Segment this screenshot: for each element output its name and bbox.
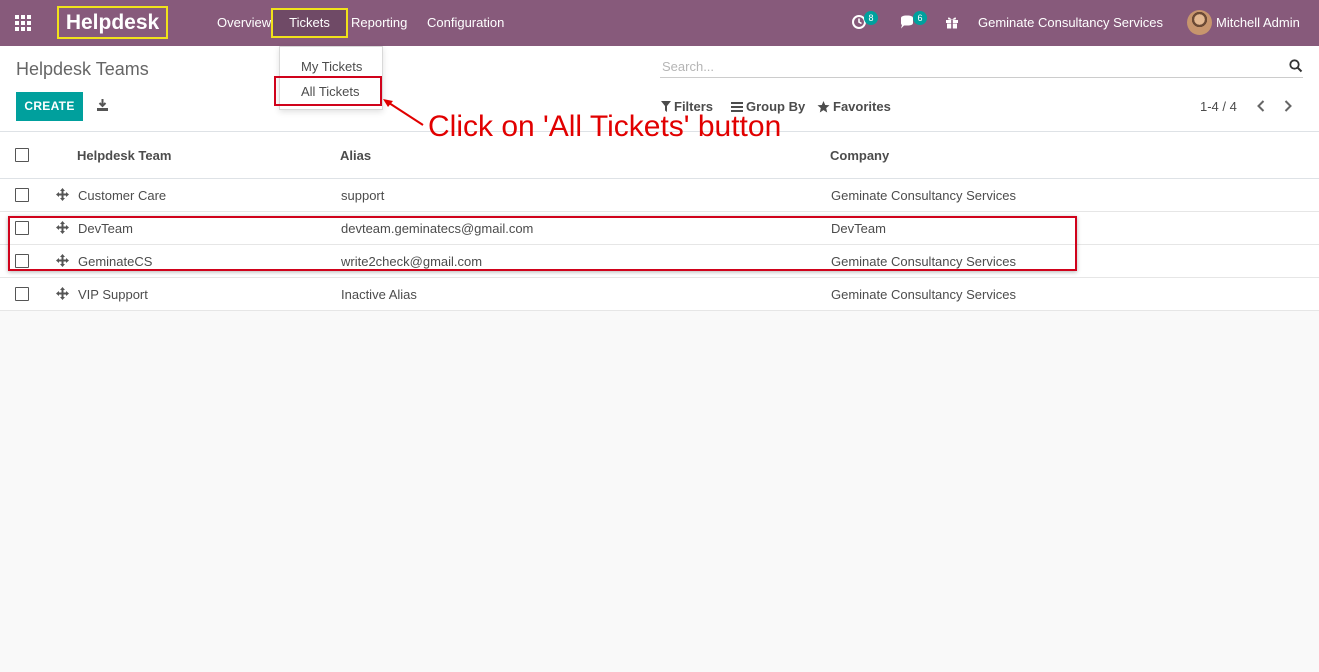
chevron-right-icon[interactable] [1282,98,1294,114]
menu-item-my-tickets[interactable]: My Tickets [301,59,362,74]
table-row[interactable]: VIP Support Inactive Alias Geminate Cons… [0,278,1319,311]
search-box [660,56,1303,78]
row-checkbox[interactable] [15,287,29,301]
download-icon[interactable] [96,98,109,112]
apps-grid-icon[interactable] [15,15,33,31]
annotation-arrow-icon [383,99,424,126]
drag-handle-icon[interactable] [56,188,69,201]
menu-overview[interactable]: Overview [217,0,271,46]
search-icon[interactable] [1289,59,1303,73]
select-all-checkbox[interactable] [15,148,29,162]
user-menu[interactable]: Mitchell Admin [1216,0,1300,46]
column-header-company[interactable]: Company [830,148,889,163]
rows-highlight-box [8,216,1077,271]
table-row[interactable]: Customer Care support Geminate Consultan… [0,179,1319,212]
team-name: Customer Care [78,188,167,203]
menu-configuration[interactable]: Configuration [427,0,504,46]
team-name: VIP Support [78,287,148,302]
company: Geminate Consultancy Services [831,188,1016,203]
avatar[interactable] [1187,10,1212,35]
annotation-text: Click on 'All Tickets' button [428,110,782,143]
menu-reporting[interactable]: Reporting [351,0,407,46]
create-button[interactable]: CREATE [16,92,83,121]
search-input[interactable] [660,56,1280,77]
all-tickets-highlight-box [274,76,382,106]
column-header-team[interactable]: Helpdesk Team [77,148,171,163]
alias: support [341,188,385,203]
favorites-button[interactable]: Favorites [817,99,891,114]
page-title: Helpdesk Teams [16,59,149,79]
alias: Inactive Alias [341,287,417,302]
gift-icon[interactable] [944,14,960,30]
activity-count-badge: 8 [864,11,878,25]
top-navbar: Helpdesk Overview Tickets Reporting Conf… [0,0,1319,46]
star-icon [817,100,830,112]
row-checkbox[interactable] [15,188,29,202]
menu-tickets[interactable]: Tickets [271,8,348,38]
message-count-badge: 6 [913,11,927,25]
column-header-alias[interactable]: Alias [340,148,371,163]
pager-value[interactable]: 1-4 / 4 [1200,99,1237,114]
favorites-label: Favorites [833,99,891,114]
chevron-left-icon[interactable] [1255,98,1267,114]
drag-handle-icon[interactable] [56,287,69,300]
company-switcher[interactable]: Geminate Consultancy Services [978,0,1163,46]
company: Geminate Consultancy Services [831,287,1016,302]
app-brand[interactable]: Helpdesk [57,6,168,39]
